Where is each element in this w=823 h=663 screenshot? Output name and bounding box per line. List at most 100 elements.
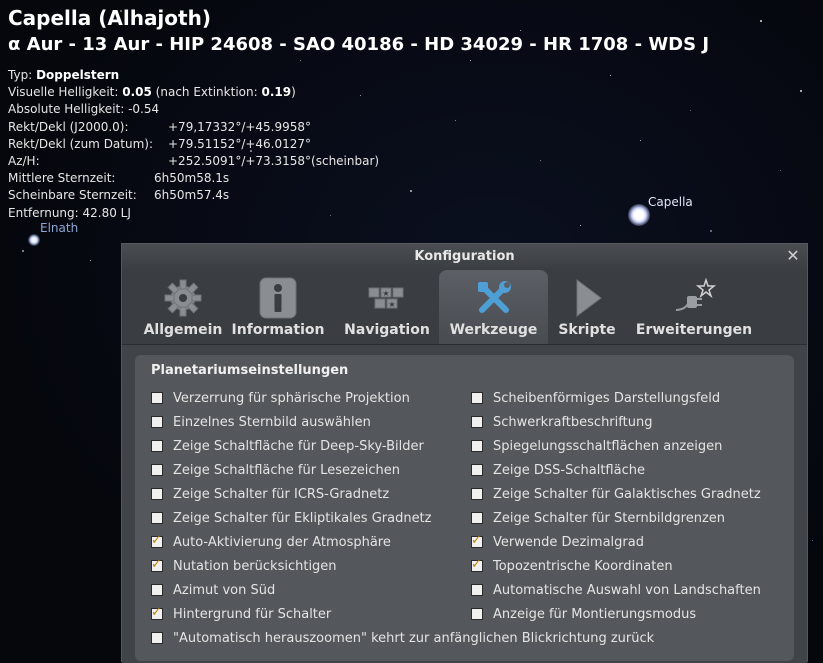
configuration-dialog: Konfiguration ✕ Allgemein Information ★ …: [121, 243, 808, 663]
background-star: [470, 60, 471, 61]
option-label: Scheibenförmiges Darstellungsfeld: [493, 391, 721, 406]
object-type-row: Typ: Doppelstern: [8, 67, 296, 84]
checkbox[interactable]: [471, 392, 483, 404]
tab-label: Allgemein: [143, 322, 223, 338]
object-type-value: Doppelstern: [36, 68, 120, 82]
checkbox[interactable]: [471, 464, 483, 476]
option-label: Hintergrund für Schalter: [173, 607, 332, 622]
close-icon[interactable]: ✕: [785, 248, 801, 264]
checkbox[interactable]: [151, 512, 163, 524]
checkbox[interactable]: [151, 557, 163, 573]
plugin-icon: [675, 277, 716, 311]
option-label: Einzelnes Sternbild auswählen: [173, 415, 371, 430]
radec-date-label: Rekt/Dekl (zum Datum):: [8, 136, 154, 151]
object-info: Typ: Doppelstern Visuelle Helligkeit: 0.…: [8, 67, 379, 222]
checkbox[interactable]: [471, 512, 483, 524]
elnath-label: Elnath: [40, 221, 79, 235]
background-star: [360, 95, 361, 96]
checkbox[interactable]: [471, 440, 483, 452]
checkbox[interactable]: [471, 608, 483, 620]
option-label: Zeige Schalter für Galaktisches Gradnetz: [493, 487, 761, 502]
tools-icon: [477, 281, 511, 313]
checkbox[interactable]: [151, 533, 163, 549]
checkbox[interactable]: [471, 584, 483, 596]
checkbox[interactable]: [151, 440, 163, 452]
apparent-sidereal-label: Scheinbare Sternzeit:: [8, 188, 137, 203]
background-star: [760, 20, 762, 22]
radec-j2000-value: +79,17332°/+45.9958°: [168, 119, 312, 134]
option-label: Zeige Schaltfläche für Deep-Sky-Bilder: [173, 439, 424, 454]
tab-label: Skripte: [558, 322, 616, 338]
option-label: "Automatisch herauszoomen" kehrt zur anf…: [173, 631, 655, 646]
tab-label: Navigation: [344, 322, 430, 338]
background-star: [410, 190, 412, 192]
option-label: Azimut von Süd: [173, 583, 276, 598]
option-label: Verwende Dezimalgrad: [493, 535, 644, 550]
radec-j2000-row: Rekt/Dekl (J2000.0): +79,17332°/+45.9958…: [8, 119, 311, 136]
checkbox[interactable]: [151, 416, 163, 428]
vis-mag-ext-close: ): [291, 85, 296, 100]
background-star: [540, 160, 541, 161]
option-label: Topozentrische Koordinaten: [493, 559, 673, 574]
vis-mag-label: Visuelle Helligkeit:: [8, 85, 119, 100]
azh-value: +252.5091°/+73.3158°(scheinbar): [168, 153, 380, 168]
object-type-label: Typ:: [8, 68, 33, 82]
checkbox[interactable]: [151, 632, 163, 644]
option-label: Nutation berücksichtigen: [173, 559, 337, 574]
background-star: [300, 60, 301, 61]
capella-label: Capella: [648, 195, 693, 209]
tab-allgemein[interactable]: Allgemein: [128, 270, 238, 344]
checkbox[interactable]: [151, 605, 163, 621]
vis-mag-ext-label: (nach Extinktion:: [155, 85, 258, 100]
svg-text:★: ★: [382, 289, 389, 298]
option-label: Zeige Schalter für Sternbildgrenzen: [493, 511, 726, 526]
absolute-magnitude: Absolute Helligkeit: -0.54: [8, 102, 160, 117]
tab-skripte[interactable]: Skripte: [552, 270, 622, 344]
option-label: Spiegelungsschaltflächen anzeigen: [493, 439, 723, 454]
checkbox[interactable]: [151, 392, 163, 404]
distance: Entfernung: 42.80 LJ: [8, 205, 131, 220]
background-star: [330, 215, 331, 216]
option-label: Zeige DSS-Schaltfläche: [493, 463, 645, 478]
radec-j2000-label: Rekt/Dekl (J2000.0):: [8, 119, 129, 134]
checkbox[interactable]: [471, 416, 483, 428]
checkbox[interactable]: [471, 533, 483, 549]
navigation-keys-icon: ★ ★: [368, 287, 404, 309]
mean-sidereal-label: Mittlere Sternzeit:: [8, 171, 116, 186]
svg-text:★: ★: [388, 300, 395, 309]
checkbox[interactable]: [151, 488, 163, 500]
option-label: Schwerkraftbeschriftung: [493, 415, 653, 430]
gear-icon: [164, 279, 202, 317]
checkbox[interactable]: [471, 557, 483, 573]
tab-information[interactable]: Information: [226, 270, 330, 344]
option-label: Auto-Aktivierung der Atmosphäre: [173, 535, 391, 550]
background-star: [22, 250, 24, 252]
tab-werkzeuge[interactable]: Werkzeuge: [439, 270, 548, 344]
background-star: [812, 540, 813, 541]
checkbox[interactable]: [151, 584, 163, 596]
radec-date-value: +79.51152°/+46.0127°: [168, 136, 312, 151]
option-label: Zeige Schalter für ICRS-Gradnetz: [173, 487, 390, 502]
dialog-title[interactable]: Konfiguration: [122, 244, 807, 270]
tab-erweiterungen[interactable]: Erweiterungen: [632, 270, 756, 344]
info-icon: [259, 277, 297, 319]
apparent-sidereal-row: Scheinbare Sternzeit: 6h50m57.4s: [8, 187, 296, 204]
background-star: [580, 225, 581, 226]
tab-label: Information: [231, 322, 325, 338]
capella-star[interactable]: [628, 204, 650, 226]
visual-magnitude-row: Visuelle Helligkeit: 0.05 (nach Extinkti…: [8, 84, 296, 101]
checkbox[interactable]: [151, 464, 163, 476]
tab-navigation[interactable]: ★ ★ Navigation: [336, 270, 438, 344]
mean-sidereal-value: 6h50m58.1s: [154, 171, 230, 186]
object-catalog-ids: α Aur - 13 Aur - HIP 24608 - SAO 40186 -…: [8, 34, 710, 55]
radec-date-row: Rekt/Dekl (zum Datum): +79.51152°/+46.01…: [8, 136, 311, 153]
tab-label: Werkzeuge: [449, 322, 538, 338]
option-label: Zeige Schaltfläche für Lesezeichen: [173, 463, 401, 478]
apparent-sidereal-value: 6h50m57.4s: [154, 188, 230, 203]
vis-mag-value: 0.05: [122, 85, 152, 100]
object-title: Capella (Alhajoth): [8, 6, 211, 30]
option-label: Zeige Schalter für Ekliptikales Gradnetz: [173, 511, 432, 526]
tab-label: Erweiterungen: [635, 322, 753, 338]
checkbox[interactable]: [471, 488, 483, 500]
elnath-star[interactable]: [28, 234, 40, 246]
